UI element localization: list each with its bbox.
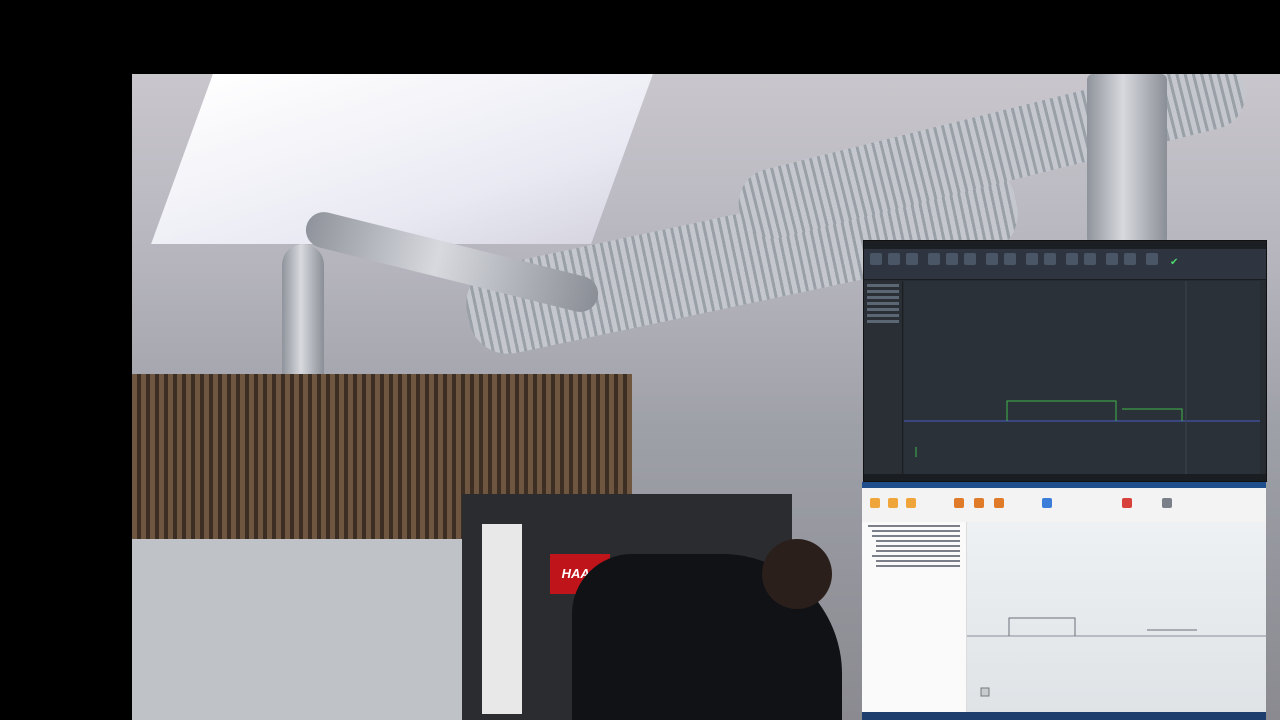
ribbon-button[interactable] bbox=[906, 253, 918, 265]
ribbon-button[interactable] bbox=[888, 498, 898, 508]
ribbon-button[interactable] bbox=[1106, 253, 1118, 265]
cad-title-bar bbox=[864, 241, 1266, 249]
cam-ribbon bbox=[862, 488, 1266, 523]
ribbon-button[interactable] bbox=[928, 253, 940, 265]
cad-window: ✔ bbox=[863, 240, 1267, 482]
ribbon-button[interactable] bbox=[1122, 498, 1132, 508]
ribbon-button[interactable] bbox=[906, 498, 916, 508]
ribbon-button[interactable] bbox=[1044, 253, 1056, 265]
tree-item[interactable] bbox=[876, 560, 960, 562]
view-cube-icon[interactable] bbox=[980, 687, 990, 697]
tree-item[interactable] bbox=[872, 555, 960, 557]
tree-item[interactable] bbox=[876, 540, 960, 542]
cad-canvas[interactable] bbox=[904, 281, 1260, 475]
ribbon-button[interactable] bbox=[946, 253, 958, 265]
ribbon-button[interactable] bbox=[964, 253, 976, 265]
tree-item[interactable] bbox=[867, 320, 899, 323]
equipment-cabinet bbox=[132, 539, 462, 720]
tree-item[interactable] bbox=[867, 308, 899, 311]
tree-item[interactable] bbox=[876, 550, 960, 552]
tree-item[interactable] bbox=[867, 302, 899, 305]
ribbon-button[interactable] bbox=[1084, 253, 1096, 265]
cam-window bbox=[862, 482, 1266, 720]
check-icon[interactable]: ✔ bbox=[1170, 257, 1178, 268]
ribbon-button[interactable] bbox=[1042, 498, 1052, 508]
ribbon-button[interactable] bbox=[986, 253, 998, 265]
tree-item[interactable] bbox=[867, 314, 899, 317]
column-duct bbox=[1087, 74, 1167, 244]
ribbon-button[interactable] bbox=[994, 498, 1004, 508]
cad-status-bar bbox=[864, 474, 1266, 481]
ribbon-button[interactable] bbox=[870, 498, 880, 508]
tree-item[interactable] bbox=[876, 565, 960, 567]
cam-browser-panel bbox=[862, 522, 967, 712]
ribbon-button[interactable] bbox=[888, 253, 900, 265]
toolpath-geometry bbox=[967, 617, 1266, 697]
ribbon-button[interactable] bbox=[1004, 253, 1016, 265]
cad-ribbon: ✔ bbox=[864, 249, 1266, 280]
person-head bbox=[762, 539, 832, 609]
ceiling-light bbox=[151, 74, 653, 244]
machine-info-panel bbox=[482, 524, 522, 714]
tree-item[interactable] bbox=[867, 290, 899, 293]
ribbon-button[interactable] bbox=[1026, 253, 1038, 265]
ribbon-button[interactable] bbox=[974, 498, 984, 508]
ribbon-button[interactable] bbox=[1146, 253, 1158, 265]
taskbar bbox=[862, 712, 1266, 720]
ribbon-button[interactable] bbox=[870, 253, 882, 265]
cad-browser-panel bbox=[864, 281, 903, 475]
ribbon-button[interactable] bbox=[1162, 498, 1172, 508]
sketch-geometry bbox=[904, 281, 1260, 475]
ribbon-button[interactable] bbox=[1066, 253, 1078, 265]
tree-item[interactable] bbox=[872, 530, 960, 532]
cam-viewport[interactable] bbox=[967, 522, 1266, 712]
tree-item[interactable] bbox=[868, 525, 960, 527]
ribbon-button[interactable] bbox=[954, 498, 964, 508]
tree-item[interactable] bbox=[867, 284, 899, 287]
tree-item[interactable] bbox=[876, 545, 960, 547]
ribbon-button[interactable] bbox=[1124, 253, 1136, 265]
tree-item[interactable] bbox=[867, 296, 899, 299]
tree-item[interactable] bbox=[872, 535, 960, 537]
